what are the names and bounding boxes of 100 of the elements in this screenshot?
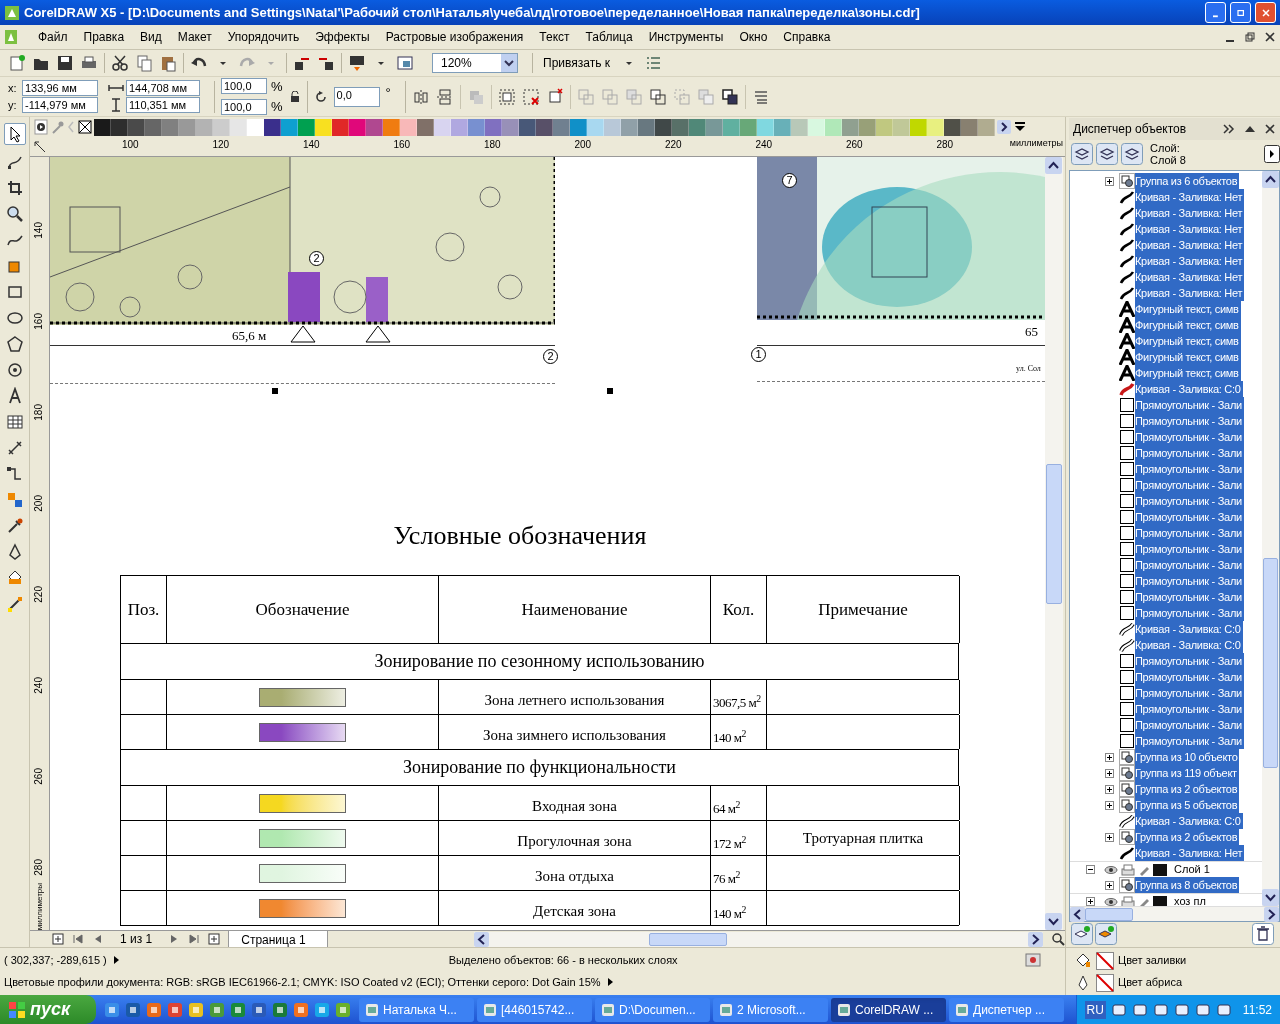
- menu-item[interactable]: Упорядочить: [219, 28, 308, 46]
- object-tree-item[interactable]: Кривая - Заливка: C:0: [1135, 381, 1243, 397]
- column-header: Обозначение: [167, 576, 439, 643]
- object-tree-item[interactable]: Фигурный текст, симв: [1135, 301, 1241, 317]
- table-cell: 64 м$^{2}$: [711, 786, 767, 820]
- percent-sign: %: [271, 77, 283, 96]
- table-cell: 140 м$^{2}$: [711, 715, 767, 749]
- object-tree-item[interactable]: Кривая - Заливка: Нет: [1135, 845, 1245, 861]
- field-label: x:: [8, 80, 18, 96]
- taskbar-button[interactable]: Диспетчер ...: [949, 997, 1064, 1022]
- menu-item[interactable]: Справка: [775, 28, 839, 46]
- menu-item[interactable]: Текст: [531, 28, 578, 46]
- column-header: Поз.: [121, 576, 167, 643]
- object-tree-item[interactable]: Прямоугольник - Зали: [1135, 717, 1244, 733]
- field-label: y:: [8, 98, 18, 113]
- object-tree-item[interactable]: Кривая - Заливка: Нет: [1135, 285, 1245, 301]
- object-tree-item[interactable]: Кривая - Заливка: Нет: [1135, 253, 1245, 269]
- ruler-tick-label: 260: [34, 768, 44, 785]
- object-tree-item[interactable]: Кривая - Заливка: Нет: [1135, 237, 1245, 253]
- object-tree-item[interactable]: Фигурный текст, симв: [1135, 317, 1241, 333]
- layer-name[interactable]: Слой 1: [1174, 861, 1210, 878]
- object-tree-item[interactable]: Кривая - Заливка: C:0: [1135, 621, 1243, 637]
- input-field[interactable]: 100,0: [221, 78, 267, 95]
- menu-item[interactable]: Эффекты: [307, 28, 378, 46]
- ruler-tick-label: 100: [122, 138, 139, 152]
- object-tree-item[interactable]: Прямоугольник - Зали: [1135, 701, 1244, 717]
- input-field[interactable]: 144,708 мм: [126, 80, 200, 96]
- object-tree-item[interactable]: Группа из 2 объектов: [1135, 781, 1240, 797]
- object-tree-item[interactable]: Фигурный текст, симв: [1135, 333, 1241, 349]
- table-cell: Тротуарная плитка: [767, 821, 960, 855]
- input-field[interactable]: -114,979 мм: [22, 97, 98, 114]
- object-tree-item[interactable]: Прямоугольник - Зали: [1135, 573, 1244, 589]
- object-tree-item[interactable]: Группа из 10 объекто: [1135, 749, 1240, 765]
- object-tree-item[interactable]: Прямоугольник - Зали: [1135, 733, 1244, 749]
- layer-name[interactable]: хоз пл: [1174, 893, 1206, 906]
- object-tree-item[interactable]: Прямоугольник - Зали: [1135, 477, 1244, 493]
- ruler-tick-label: 240: [34, 677, 44, 694]
- object-tree-item[interactable]: Прямоугольник - Зали: [1135, 589, 1244, 605]
- zoom-dropdown[interactable]: 120%: [432, 53, 518, 73]
- layer-label: Слой:: [1150, 142, 1181, 154]
- snap-to-button[interactable]: Привязать к: [539, 54, 614, 72]
- object-tree-item[interactable]: Прямоугольник - Зали: [1135, 413, 1244, 429]
- input-field[interactable]: 100,0: [221, 98, 267, 115]
- taskbar-button[interactable]: [446015742...: [477, 997, 592, 1022]
- input-field[interactable]: 110,351 мм: [126, 97, 200, 113]
- taskbar-button[interactable]: Наталька Ч...: [359, 997, 474, 1022]
- menu-item[interactable]: Инструменты: [640, 28, 732, 46]
- menu-item[interactable]: Окно: [731, 28, 776, 46]
- object-tree-item[interactable]: Группа из 119 объект: [1135, 765, 1239, 781]
- current-layer-name: Слой 8: [1150, 154, 1187, 166]
- input-field[interactable]: 0,0: [333, 86, 380, 107]
- table-cell: 3067,5 м$^{2}$: [711, 680, 767, 714]
- object-tree-item[interactable]: Фигурный текст, симв: [1135, 365, 1241, 381]
- menu-item[interactable]: Вид: [132, 28, 170, 46]
- object-tree-item[interactable]: Группа из 2 объектов: [1135, 829, 1240, 845]
- menu-item[interactable]: Макет: [169, 28, 220, 46]
- menu-item[interactable]: Правка: [75, 28, 133, 46]
- object-tree-item[interactable]: Прямоугольник - Зали: [1135, 525, 1244, 541]
- menu-item[interactable]: Таблица: [577, 28, 641, 46]
- object-tree-item[interactable]: Прямоугольник - Зали: [1135, 509, 1244, 525]
- object-tree-item[interactable]: Кривая - Заливка: Нет: [1135, 221, 1245, 237]
- object-tree-item[interactable]: Прямоугольник - Зали: [1135, 669, 1244, 685]
- taskbar-button[interactable]: 2 Microsoft...: [713, 997, 828, 1022]
- start-button[interactable]: пуск: [0, 995, 96, 1024]
- object-tree-item[interactable]: Кривая - Заливка: Нет: [1135, 189, 1245, 205]
- object-tree-item[interactable]: Прямоугольник - Зали: [1135, 541, 1244, 557]
- taskbar-button[interactable]: D:\Documen...: [595, 997, 710, 1022]
- ruler-tick-label: 180: [484, 138, 501, 152]
- object-tree-item[interactable]: Фигурный текст, симв: [1135, 349, 1241, 365]
- ruler-tick-label: 140: [34, 222, 44, 239]
- percent-sign: %: [271, 98, 283, 116]
- menu-item[interactable]: Растровые изображения: [377, 28, 532, 46]
- object-tree-item[interactable]: Прямоугольник - Зали: [1135, 397, 1244, 413]
- menu-item[interactable]: Файл: [30, 28, 76, 46]
- language-indicator[interactable]: RU: [1084, 1000, 1106, 1019]
- ruler-tick-label: 200: [574, 138, 592, 152]
- object-tree-item[interactable]: Кривая - Заливка: C:0: [1135, 637, 1243, 653]
- object-tree-item[interactable]: Прямоугольник - Зали: [1135, 653, 1244, 669]
- column-header: Кол.: [711, 576, 767, 643]
- taskbar-button[interactable]: CorelDRAW ...: [831, 997, 946, 1022]
- object-tree-item[interactable]: Группа из 5 объектов: [1135, 797, 1240, 813]
- ruler-tick-label: 200: [34, 495, 44, 512]
- object-tree-item[interactable]: Прямоугольник - Зали: [1135, 493, 1244, 509]
- object-tree-item[interactable]: Прямоугольник - Зали: [1135, 445, 1244, 461]
- object-tree-item[interactable]: Прямоугольник - Зали: [1135, 461, 1244, 477]
- page-tab[interactable]: Страница 1: [228, 930, 329, 948]
- table-cell: 172 м$^{2}$: [711, 821, 767, 855]
- ruler-tick-label: 220: [34, 586, 44, 603]
- object-tree-item[interactable]: Прямоугольник - Зали: [1135, 605, 1244, 621]
- object-tree-item[interactable]: Кривая - Заливка: Нет: [1135, 269, 1245, 285]
- input-field[interactable]: 133,96 мм: [22, 79, 98, 96]
- object-tree-item[interactable]: Кривая - Заливка: C:0: [1135, 813, 1243, 829]
- object-tree-item[interactable]: Прямоугольник - Зали: [1135, 685, 1244, 701]
- object-tree-item[interactable]: Группа из 6 объектов: [1135, 173, 1240, 189]
- object-tree-item[interactable]: Группа из 8 объектов: [1135, 877, 1240, 893]
- object-tree-item[interactable]: Прямоугольник - Зали: [1135, 429, 1244, 445]
- dimension-label: 65: [1025, 325, 1038, 338]
- object-tree-item[interactable]: Кривая - Заливка: Нет: [1135, 205, 1245, 221]
- object-tree-item[interactable]: Прямоугольник - Зали: [1135, 557, 1244, 573]
- color-profiles-status: Цветовые профили документа: RGB: sRGB IEC61966-2.1; CMYK: ISO Coated v2 (ECI); Оттенки серого: Dot Gain 15%: [4, 974, 601, 990]
